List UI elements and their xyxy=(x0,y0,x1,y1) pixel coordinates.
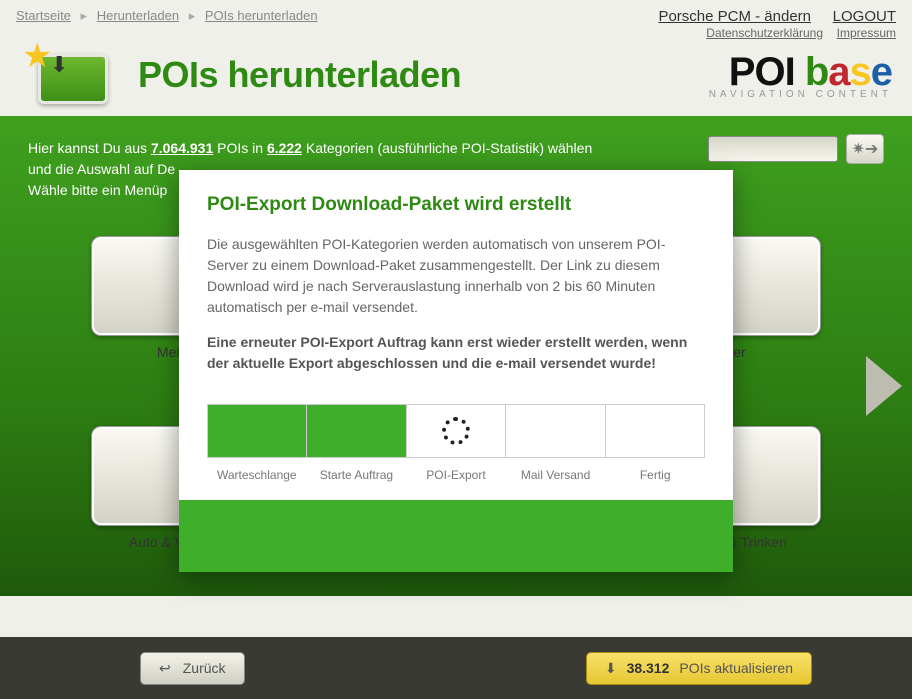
progress-labels: Warteschlange Starte Auftrag POI-Export … xyxy=(207,468,705,482)
progress-steps xyxy=(207,404,705,458)
modal-title: POI-Export Download-Paket wird erstellt xyxy=(207,194,705,216)
modal-text-1: Die ausgewählten POI-Kategorien werden a… xyxy=(207,234,705,318)
step-queue xyxy=(208,405,307,457)
spinner-icon xyxy=(442,417,470,445)
modal-overlay: POI-Export Download-Paket wird erstellt … xyxy=(0,0,912,699)
step-done xyxy=(606,405,704,457)
step-start xyxy=(307,405,406,457)
step-export xyxy=(407,405,506,457)
modal-text-2: Eine erneuter POI-Export Auftrag kann er… xyxy=(207,332,705,374)
modal-footer xyxy=(179,500,733,572)
export-modal: POI-Export Download-Paket wird erstellt … xyxy=(179,170,733,572)
step-mail xyxy=(506,405,605,457)
